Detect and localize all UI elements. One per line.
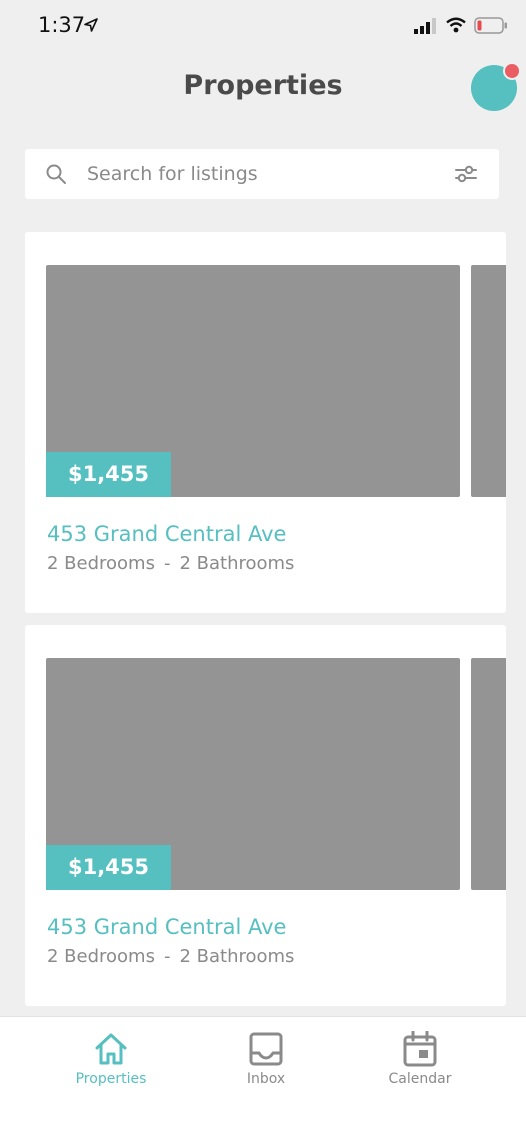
calendar-icon [403, 1031, 437, 1067]
tab-label: Calendar [388, 1071, 452, 1087]
search-bar [25, 149, 499, 199]
notification-badge [503, 62, 521, 80]
listing-title[interactable]: 453 Grand Central Ave [47, 915, 286, 939]
tab-label: Inbox [246, 1071, 286, 1087]
listing-details: 2 Bedrooms -2 Bathrooms [47, 553, 294, 574]
search-icon [46, 164, 66, 184]
listing-title[interactable]: 453 Grand Central Ave [47, 522, 286, 546]
bedrooms-count: 2 Bedrooms [47, 946, 155, 967]
tab-label: Properties [75, 1071, 147, 1087]
tab-calendar[interactable]: Calendar [345, 1017, 495, 1107]
cellular-signal-icon [414, 18, 436, 34]
status-bar: 1:37 [0, 0, 526, 54]
listing-card[interactable]: $1,455 453 Grand Central Ave 2 Bedrooms -… [25, 232, 506, 613]
price-tag: $1,455 [46, 845, 171, 890]
listing-image-next[interactable] [471, 265, 506, 497]
location-arrow-icon [84, 18, 98, 32]
listing-card[interactable]: $1,455 453 Grand Central Ave 2 Bedrooms -… [25, 625, 506, 1006]
tab-inbox[interactable]: Inbox [191, 1017, 341, 1107]
filter-sliders-icon[interactable] [454, 163, 478, 185]
home-icon [95, 1033, 127, 1065]
inbox-icon [249, 1032, 283, 1066]
listing-image-next[interactable] [471, 658, 506, 890]
price-tag: $1,455 [46, 452, 171, 497]
bedrooms-count: 2 Bedrooms [47, 553, 155, 574]
details-separator: - [163, 946, 171, 967]
details-separator: - [163, 553, 171, 574]
search-input[interactable] [87, 158, 427, 190]
tab-properties[interactable]: Properties [36, 1017, 186, 1107]
bathrooms-count: 2 Bathrooms [179, 553, 295, 574]
bathrooms-count: 2 Bathrooms [179, 946, 295, 967]
status-time: 1:37 [38, 13, 86, 37]
page-title: Properties [183, 70, 343, 101]
listing-details: 2 Bedrooms -2 Bathrooms [47, 946, 294, 967]
wifi-icon [446, 17, 466, 33]
tab-bar: Properties Inbox Calendar [0, 1016, 526, 1133]
battery-low-icon [474, 17, 507, 34]
